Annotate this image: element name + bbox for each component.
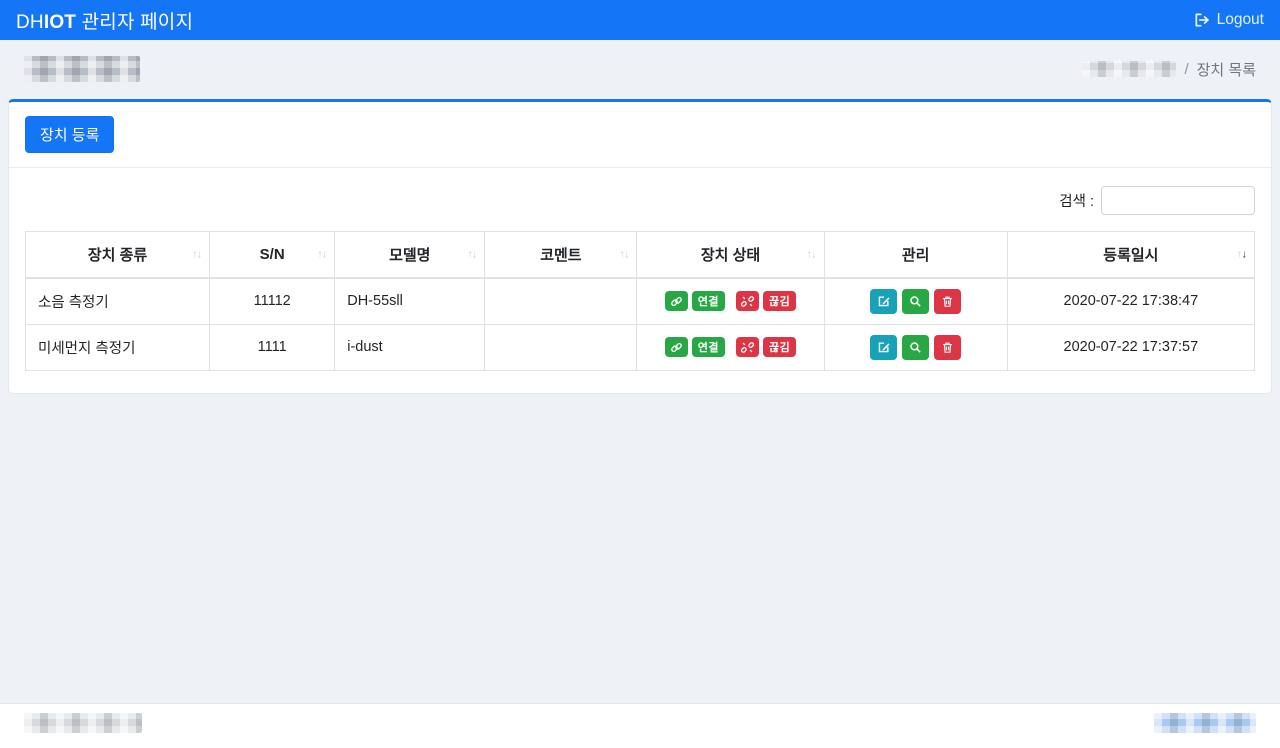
detail-search-button[interactable] bbox=[902, 334, 930, 360]
comment-cell bbox=[484, 277, 638, 325]
sort-icons: ↑ ↓ bbox=[317, 248, 328, 260]
column-label: 코멘트 bbox=[540, 247, 582, 264]
logout-label: Logout bbox=[1216, 11, 1264, 28]
column-label: 등록일시 bbox=[1103, 247, 1159, 264]
connected-status-badge: 연결 bbox=[691, 337, 726, 357]
registered-at-cell: 2020-07-22 17:37:57 bbox=[1006, 323, 1256, 371]
footer bbox=[0, 703, 1280, 748]
edit-button[interactable] bbox=[870, 334, 898, 360]
column-label: 장치 상태 bbox=[700, 247, 761, 264]
unlink-icon-badge[interactable] bbox=[736, 291, 760, 312]
sort-icons: ↑ ↓ bbox=[467, 248, 478, 260]
comment-cell bbox=[484, 323, 638, 371]
unlink-icon-badge[interactable] bbox=[736, 337, 760, 357]
model-name-cell: i-dust bbox=[334, 323, 486, 371]
search-row: 검색 : bbox=[25, 186, 1255, 215]
disconnected-status-badge: 끊김 bbox=[763, 337, 797, 357]
device-row: 미세먼지 측정기 1111 i-dust 연결 끊김 2020-07-22 17… bbox=[24, 323, 1256, 371]
search-label: 검색 : bbox=[1059, 194, 1094, 210]
column-header-4[interactable]: 장치 상태 ↑ ↓ bbox=[636, 231, 825, 279]
card-body: 검색 : 장치 종류 ↑ ↓ S/N ↑ ↓ 모델명 ↑ ↓ 코멘트 ↑ ↓ 장치 상태 ↑ ↓ 관리 등록일시… bbox=[9, 168, 1271, 393]
topbar: DHIOT 관리자 페이지 Logout bbox=[0, 0, 1280, 40]
manage-cell bbox=[823, 277, 1008, 325]
sort-icons: ↑ ↓ bbox=[192, 248, 203, 260]
table-body: 소음 측정기 11112 DH-55sll 연결 끊김 2020-07-22 1… bbox=[24, 277, 1256, 371]
sort-icons: ↑ ↓ bbox=[619, 248, 630, 260]
link-icon-badge[interactable] bbox=[664, 337, 688, 357]
page-title-redacted bbox=[24, 56, 140, 82]
registered-at-cell: 2020-07-22 17:38:47 bbox=[1006, 277, 1256, 325]
card-header: 장치 등록 bbox=[9, 102, 1271, 168]
column-label: 모델명 bbox=[389, 247, 431, 264]
page-heading: / 장치 목록 bbox=[0, 40, 1280, 99]
sort-icons: ↑ ↓ bbox=[1237, 248, 1247, 260]
column-header-6[interactable]: 등록일시 ↑ ↓ bbox=[1006, 231, 1256, 279]
delete-button[interactable] bbox=[934, 288, 962, 314]
edit-button[interactable] bbox=[870, 288, 898, 314]
footer-link-redacted[interactable] bbox=[1154, 713, 1256, 733]
device-status-cell: 연결 끊김 bbox=[636, 323, 825, 371]
breadcrumb-parent-redacted[interactable] bbox=[1082, 61, 1177, 77]
sign-out-icon bbox=[1194, 13, 1210, 27]
breadcrumb: / 장치 목록 bbox=[1082, 59, 1256, 80]
column-label: 장치 종류 bbox=[87, 247, 148, 264]
app-title[interactable]: DHIOT 관리자 페이지 bbox=[16, 7, 193, 34]
manage-cell bbox=[823, 323, 1008, 371]
column-label: 관리 bbox=[901, 247, 930, 264]
detail-search-button[interactable] bbox=[902, 288, 930, 314]
logout-button[interactable]: Logout bbox=[1194, 11, 1264, 29]
column-header-1[interactable]: S/N ↑ ↓ bbox=[209, 231, 336, 279]
model-name-cell: DH-55sll bbox=[334, 277, 486, 325]
breadcrumb-separator: / bbox=[1184, 60, 1189, 78]
table-header: 장치 종류 ↑ ↓ S/N ↑ ↓ 모델명 ↑ ↓ 코멘트 ↑ ↓ 장치 상태 ↑ ↓ 관리 등록일시 ↑ ↓ bbox=[24, 231, 1256, 279]
footer-copyright-redacted bbox=[24, 713, 142, 733]
device-type-cell: 미세먼지 측정기 bbox=[24, 323, 211, 371]
serial-number-cell: 1111 bbox=[209, 323, 336, 371]
serial-number-cell: 11112 bbox=[209, 277, 336, 325]
table-header-row: 장치 종류 ↑ ↓ S/N ↑ ↓ 모델명 ↑ ↓ 코멘트 ↑ ↓ 장치 상태 ↑ ↓ 관리 등록일시 ↑ ↓ bbox=[24, 231, 1256, 279]
disconnected-status-badge: 끊김 bbox=[763, 291, 797, 312]
app-title-regular: DH bbox=[16, 11, 44, 33]
breadcrumb-current: 장치 목록 bbox=[1196, 61, 1256, 79]
device-status-cell: 연결 끊김 bbox=[636, 277, 825, 325]
device-list-card: 장치 등록 검색 : 장치 종류 ↑ ↓ S/N ↑ ↓ 모델명 ↑ ↓ 코멘트 ↑ ↓ 장치 상태 ↑ ↓… bbox=[8, 99, 1272, 394]
device-row: 소음 측정기 11112 DH-55sll 연결 끊김 2020-07-22 1… bbox=[24, 277, 1256, 325]
column-header-2[interactable]: 모델명 ↑ ↓ bbox=[334, 231, 486, 279]
delete-button[interactable] bbox=[934, 334, 962, 360]
column-label: S/N bbox=[259, 246, 285, 263]
app-title-bold: IOT bbox=[43, 11, 77, 33]
column-header-5: 관리 bbox=[823, 231, 1008, 279]
column-header-3[interactable]: 코멘트 ↑ ↓ bbox=[484, 231, 638, 279]
link-icon-badge[interactable] bbox=[664, 291, 688, 312]
connected-status-badge: 연결 bbox=[691, 291, 726, 312]
sort-icons: ↑ ↓ bbox=[806, 248, 817, 260]
device-type-cell: 소음 측정기 bbox=[24, 277, 211, 325]
devices-table: 장치 종류 ↑ ↓ S/N ↑ ↓ 모델명 ↑ ↓ 코멘트 ↑ ↓ 장치 상태 ↑ ↓ 관리 등록일시 ↑ ↓ 소음… bbox=[24, 231, 1256, 371]
column-header-0[interactable]: 장치 종류 ↑ ↓ bbox=[24, 231, 211, 279]
register-device-button[interactable]: 장치 등록 bbox=[25, 116, 115, 153]
search-input[interactable] bbox=[1101, 186, 1255, 215]
app-title-rest: 관리자 페이지 bbox=[76, 11, 194, 33]
